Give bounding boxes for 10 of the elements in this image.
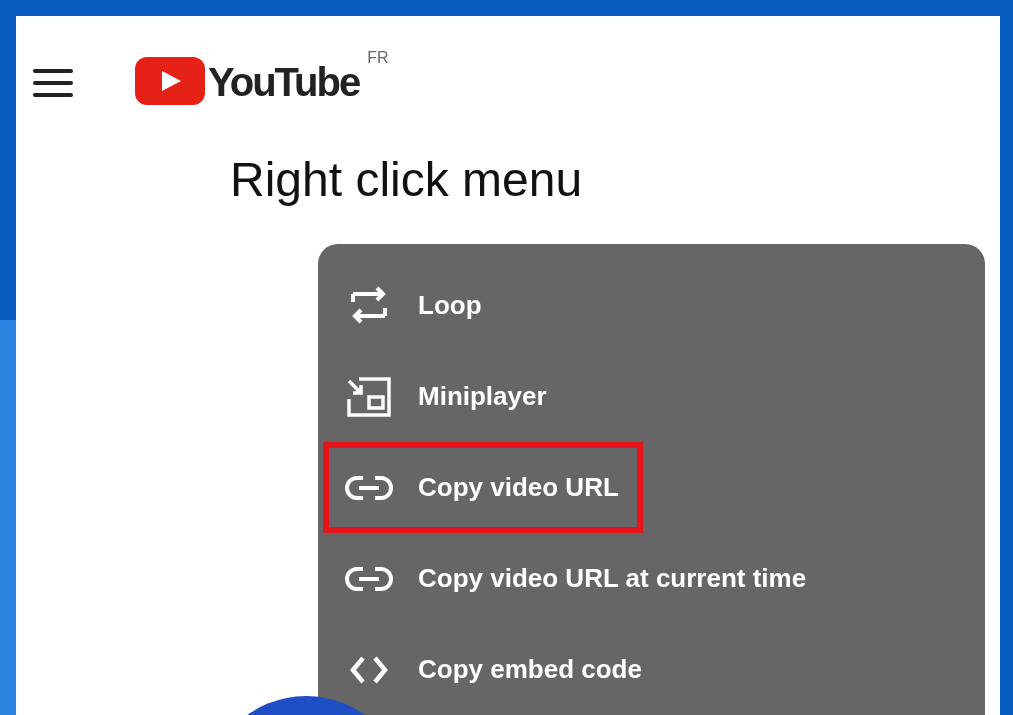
menu-item[interactable]: Copy video URL at current time [323, 533, 831, 624]
region-label: FR [367, 48, 389, 68]
menu-item[interactable]: Miniplayer [323, 351, 571, 442]
page-title: Right click menu [230, 152, 583, 208]
logo-text: YouTube [208, 59, 360, 106]
menu-icon[interactable] [33, 68, 73, 98]
play-logo-icon [135, 57, 205, 105]
menu-item[interactable]: Copy video URL [323, 442, 643, 533]
menu-item[interactable]: Copy embed code [323, 624, 666, 715]
menu-item[interactable]: Loop [323, 260, 506, 351]
